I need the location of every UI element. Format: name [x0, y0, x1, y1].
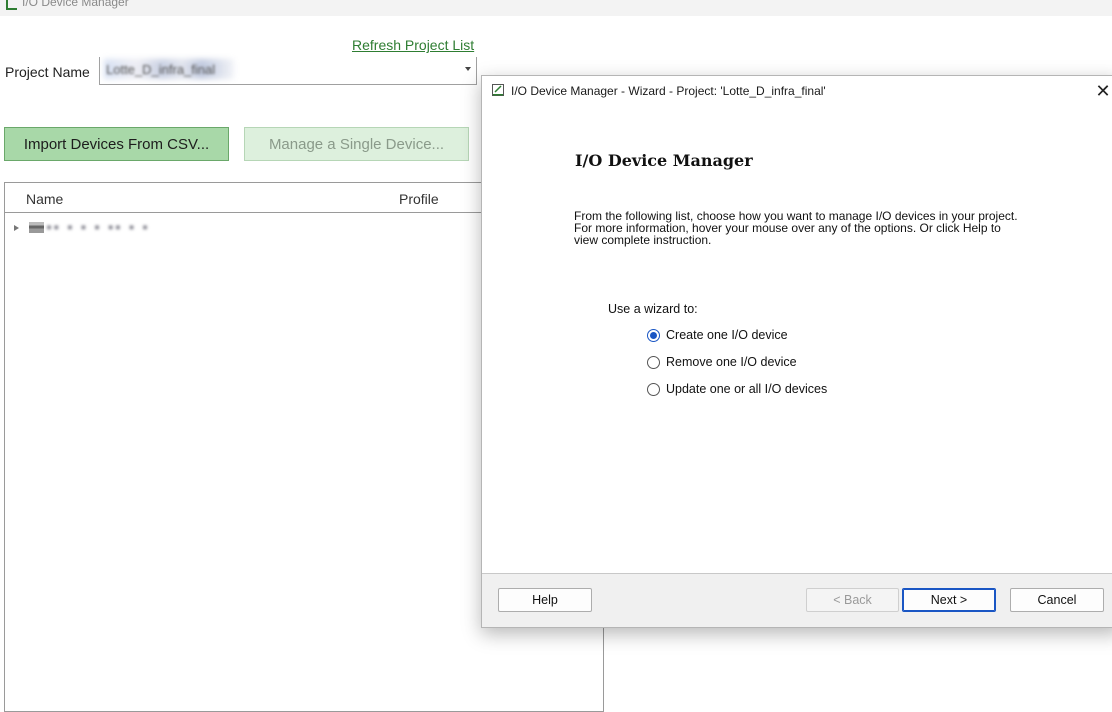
wizard-title: I/O Device Manager - Wizard - Project: '… — [511, 84, 826, 98]
refresh-project-list-link[interactable]: Refresh Project List — [352, 37, 474, 53]
radio-icon[interactable] — [647, 382, 660, 396]
app-titlebar: I/O Device Manager — [0, 0, 1112, 16]
column-header-profile[interactable]: Profile — [399, 191, 439, 207]
option-update-devices[interactable]: Update one or all I/O devices — [647, 382, 827, 396]
tree-row-label: ▪▪ ▪ ▪ ▪ ▪▪ ▪ ▪ — [47, 220, 151, 234]
app-title: I/O Device Manager — [22, 0, 129, 9]
wizard-app-icon — [492, 84, 504, 96]
option-remove-device[interactable]: Remove one I/O device — [647, 355, 797, 369]
device-icon — [29, 222, 44, 233]
chevron-down-icon[interactable] — [465, 67, 471, 71]
option-label: Create one I/O device — [666, 328, 788, 342]
project-name-select[interactable]: Lotte_D_infra_final — [99, 57, 477, 85]
column-header-name[interactable]: Name — [26, 191, 63, 207]
manage-single-device-button: Manage a Single Device... — [244, 127, 469, 161]
project-name-value: Lotte_D_infra_final — [106, 62, 216, 77]
wizard-heading: I/O Device Manager — [575, 151, 753, 170]
radio-selected-icon[interactable] — [647, 328, 660, 342]
wizard-footer: Help < Back Next > Cancel — [482, 573, 1112, 627]
radio-icon[interactable] — [647, 355, 660, 369]
app-logo-icon — [6, 0, 17, 10]
wizard-dialog: I/O Device Manager - Wizard - Project: '… — [481, 75, 1112, 628]
next-button[interactable]: Next > — [902, 588, 996, 612]
close-icon[interactable]: ✕ — [1092, 80, 1112, 102]
cancel-button[interactable]: Cancel — [1010, 588, 1104, 612]
import-devices-button[interactable]: Import Devices From CSV... — [4, 127, 229, 161]
project-name-label: Project Name — [5, 64, 90, 80]
wizard-description: From the following list, choose how you … — [574, 209, 1018, 247]
option-label: Remove one I/O device — [666, 355, 797, 369]
back-button: < Back — [806, 588, 899, 612]
wizard-use-label: Use a wizard to: — [608, 302, 698, 316]
wizard-body: I/O Device Manager From the following li… — [482, 106, 1112, 573]
expand-arrow-icon[interactable] — [14, 225, 19, 231]
wizard-titlebar[interactable]: I/O Device Manager - Wizard - Project: '… — [482, 76, 1112, 106]
help-button[interactable]: Help — [498, 588, 592, 612]
option-label: Update one or all I/O devices — [666, 382, 828, 396]
option-create-device[interactable]: Create one I/O device — [647, 328, 788, 342]
